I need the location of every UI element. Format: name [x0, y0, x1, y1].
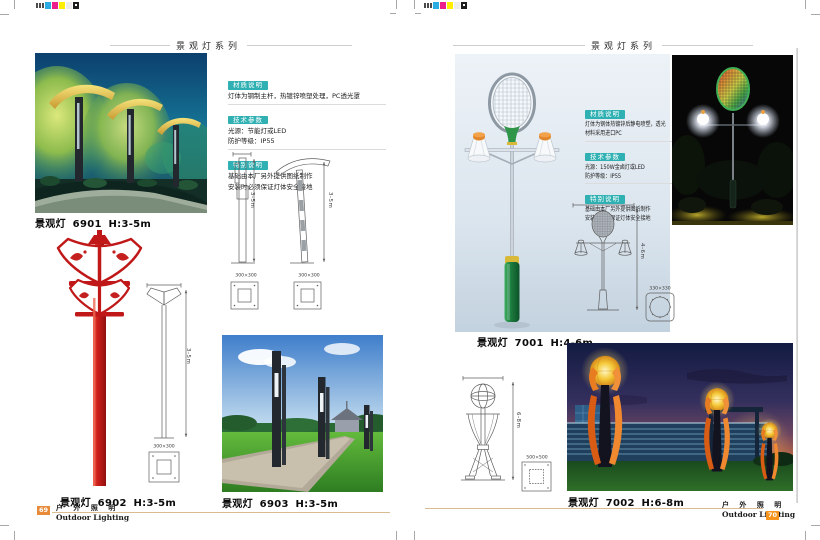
- yellow-chip: [447, 2, 453, 9]
- tech-drawing-art: [138, 280, 198, 486]
- photo-6902-art: [52, 228, 152, 490]
- print-mark-text: [36, 3, 38, 8]
- dim-base-pole-b: 300×300: [295, 273, 323, 279]
- tech-drawing-art: [568, 197, 680, 329]
- tech-drawing-art: [452, 366, 564, 498]
- crop-mark: [0, 525, 9, 526]
- spec-badge-tech: 技术参数: [228, 116, 268, 125]
- magenta-chip: [440, 2, 446, 9]
- header-rule: [662, 45, 753, 46]
- catalog-spread: 景观灯系列: [0, 0, 820, 540]
- caption-6903: 景观灯 6903 H:3-5m: [222, 495, 338, 510]
- photo-6901-art: [35, 53, 207, 213]
- black-chip: [73, 2, 79, 9]
- header-rule: [110, 45, 170, 46]
- registration-color-bar: [424, 2, 467, 9]
- header-rule: [247, 45, 352, 46]
- lamp-tier-1: [58, 239, 141, 286]
- spec-section-tech: 技术参数 光源：150W金卤灯或LED 防护等级：IP55: [585, 144, 673, 185]
- cyan-chip: [433, 2, 439, 9]
- caption-7002: 景观灯 7002 H:6-8m: [568, 494, 684, 509]
- crop-mark-gutter: [396, 531, 397, 540]
- night-photo-art: [672, 55, 793, 225]
- spec-line: 防护等级：IP55: [585, 172, 659, 181]
- photo-6903-art: [222, 335, 383, 492]
- dim-base-6902: 300×300: [150, 444, 178, 450]
- crop-mark-gutter: [414, 0, 415, 9]
- product-photo-6903: [222, 335, 383, 492]
- magenta-chip: [52, 2, 58, 9]
- spec-line: 光源：节能灯或LED: [228, 126, 386, 137]
- racket-grip: [505, 256, 520, 322]
- tech-drawing-art: [218, 150, 348, 310]
- tech-drawing-7001: [568, 197, 680, 329]
- dim-height-pole-a: 3-5m: [249, 192, 255, 208]
- print-mark-text: [427, 3, 429, 8]
- lamp-tier-2: [70, 280, 129, 317]
- spec-line: 灯体为钢制主杆，热镀锌喷塑处理，PC透光罩: [228, 91, 386, 102]
- light-chip: [66, 2, 72, 9]
- cyan-chip: [45, 2, 51, 9]
- spec-badge-material: 材质说明: [228, 81, 268, 90]
- night-photo-7001: [672, 55, 793, 225]
- crop-mark-gutter: [390, 13, 396, 14]
- dim-height-7001: 4-6m: [639, 243, 645, 259]
- print-mark-text: [430, 3, 432, 8]
- crop-mark: [14, 531, 15, 540]
- product-photo-6902: [52, 228, 152, 490]
- yellow-chip: [59, 2, 65, 9]
- series-title: 景观灯系列: [591, 39, 656, 52]
- footer-title-cn-left: 户 外 照 明: [56, 503, 119, 513]
- photo-7002-art: [567, 343, 793, 491]
- spec-section-material: 材质说明 灯体为钢制主杆，热镀锌喷塑处理，PC透光罩: [228, 72, 386, 105]
- footer-title-en-left: Outdoor Lighting: [56, 513, 129, 522]
- black-chip: [461, 2, 467, 9]
- print-mark-text: [42, 3, 44, 8]
- crop-mark: [811, 525, 820, 526]
- tech-drawing-poles-left: [218, 150, 348, 310]
- print-mark-text: [424, 3, 426, 8]
- page-number-right: 70: [766, 511, 779, 520]
- page-header-left: 景观灯系列: [110, 39, 352, 52]
- racket-head: [490, 74, 535, 134]
- footer-rule-right: [425, 508, 763, 509]
- dim-base-pole-a: 300×300: [232, 273, 260, 279]
- product-photo-7002: [567, 343, 793, 491]
- dim-height-6902: 3-5m: [185, 348, 191, 364]
- spec-line: 灯体为钢体热镀锌后静电喷塑，透光: [585, 120, 659, 129]
- spec-badge-tech: 技术参数: [585, 153, 625, 162]
- product-photo-6901: [35, 53, 207, 213]
- crop-mark: [805, 531, 806, 540]
- spec-line: 光源：150W金卤灯或LED: [585, 163, 659, 172]
- page-header-right: 景观灯系列: [453, 39, 753, 52]
- dim-height-pole-b: 3-5m: [327, 192, 333, 208]
- series-title: 景观灯系列: [176, 39, 241, 52]
- light-chip: [454, 2, 460, 9]
- footer-title-en-right: Outdoor Lighting: [722, 510, 795, 519]
- spec-line: 材料采用进口PC: [585, 129, 659, 138]
- dim-height-7002: 6-8m: [515, 412, 521, 428]
- crop-mark-gutter: [415, 13, 421, 14]
- crop-mark: [805, 0, 806, 9]
- tech-drawing-7002: [452, 366, 564, 498]
- dim-base-7002: 500×500: [522, 455, 551, 461]
- dim-base-7001: 330×330: [646, 286, 674, 292]
- crop-mark-gutter: [414, 531, 415, 540]
- footer-title-cn-right: 户 外 照 明: [722, 500, 785, 510]
- page-edge-shadow: [796, 48, 798, 503]
- print-mark-text: [39, 3, 41, 8]
- spec-section-tech: 技术参数 光源：节能灯或LED 防护等级：IP55: [228, 107, 386, 150]
- spec-section-material: 材质说明 灯体为钢体热镀锌后静电喷塑，透光 材料采用进口PC: [585, 101, 673, 142]
- page-number-left: 69: [37, 506, 50, 515]
- registration-color-bar: [36, 2, 79, 9]
- crop-mark: [811, 14, 820, 15]
- crop-mark: [0, 14, 9, 15]
- header-rule: [453, 45, 585, 46]
- crop-mark: [14, 0, 15, 9]
- crop-mark-gutter: [396, 0, 397, 9]
- spec-badge-material: 材质说明: [585, 110, 625, 119]
- spec-line: 防护等级：IP55: [228, 136, 386, 147]
- tech-drawing-6902: [138, 280, 198, 486]
